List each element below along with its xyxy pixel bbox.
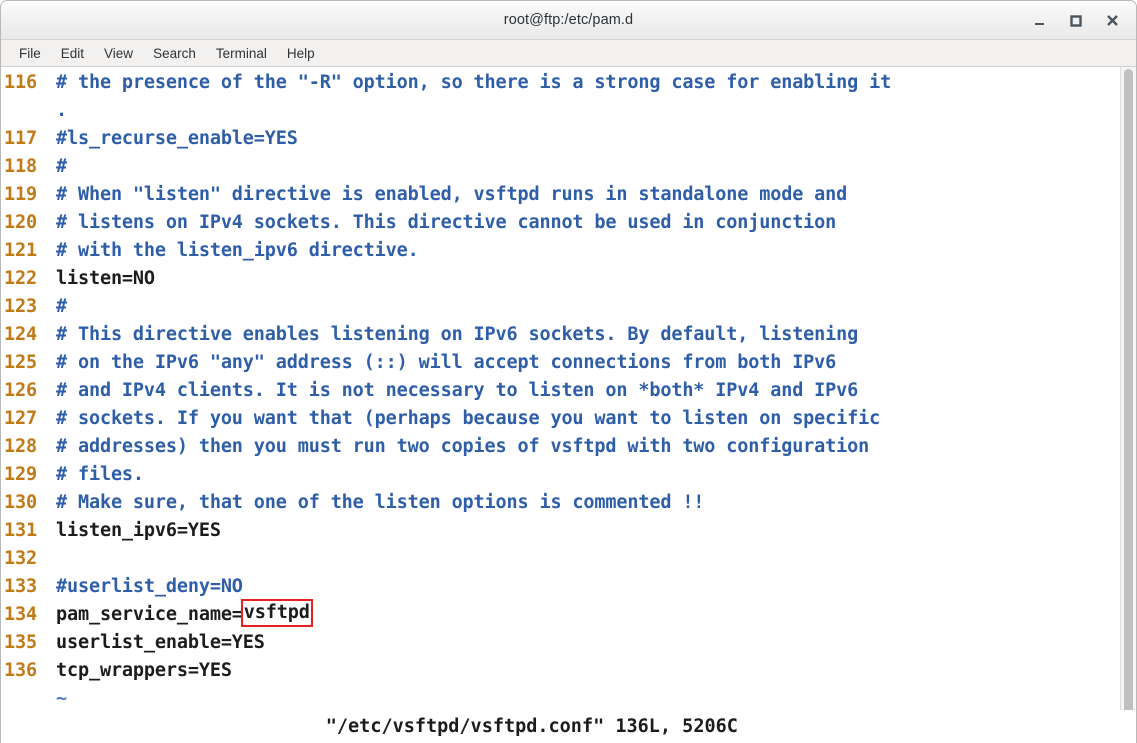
editor-line: 118 #	[1, 153, 1120, 181]
editor-line: 136 tcp_wrappers=YES	[1, 657, 1120, 685]
line-text: # the presence of the "-R" option, so th…	[56, 72, 892, 93]
line-text: listen=NO	[56, 268, 155, 289]
menu-item-edit[interactable]: Edit	[51, 43, 94, 64]
menu-item-view[interactable]: View	[94, 43, 143, 64]
editor-line: 135 userlist_enable=YES	[1, 629, 1120, 657]
vertical-scrollbar[interactable]	[1120, 67, 1136, 710]
scrollbar-thumb[interactable]	[1124, 69, 1133, 710]
line-number: 118	[4, 156, 37, 177]
menu-bar: File Edit View Search Terminal Help	[1, 40, 1136, 67]
line-text: # Make sure, that one of the listen opti…	[56, 492, 705, 513]
editor-line: 116 # the presence of the "-R" option, so…	[1, 69, 1120, 97]
highlighted-value: vsftpd	[240, 599, 313, 627]
line-text: #	[56, 156, 67, 177]
line-number: 130	[4, 492, 37, 513]
status-file-info: "/etc/vsftpd/vsftpd.conf" 136L, 5206C	[325, 716, 738, 737]
editor-line: ~	[1, 685, 1120, 710]
line-text: #	[56, 296, 67, 317]
editor-line: 130 # Make sure, that one of the listen o…	[1, 489, 1120, 517]
line-text: userlist_enable=YES	[56, 632, 265, 653]
minimize-icon	[1035, 22, 1044, 25]
title-bar: root@ftp:/etc/pam.d	[1, 1, 1136, 40]
line-number: 125	[4, 352, 37, 373]
line-text: # and IPv4 clients. It is not necessary …	[56, 380, 859, 401]
editor-line: .	[1, 97, 1120, 125]
line-number: 127	[4, 408, 37, 429]
editor-line: 117 #ls_recurse_enable=YES	[1, 125, 1120, 153]
line-text: # on the IPv6 "any" address (::) will ac…	[56, 352, 837, 373]
line-number: 126	[4, 380, 37, 401]
line-number: 117	[4, 128, 37, 149]
line-text: .	[56, 100, 67, 121]
line-text: # When "listen" directive is enabled, vs…	[56, 184, 848, 205]
line-text: #userlist_deny=NO	[56, 576, 243, 597]
line-number: 131	[4, 520, 37, 541]
editor-line: 120 # listens on IPv4 sockets. This direc…	[1, 209, 1120, 237]
close-icon	[1106, 15, 1118, 26]
line-number: 120	[4, 212, 37, 233]
editor-line: 126 # and IPv4 clients. It is not necessa…	[1, 377, 1120, 405]
editor-line: 131 listen_ipv6=YES	[1, 517, 1120, 545]
menu-item-search[interactable]: Search	[143, 43, 206, 64]
maximize-button[interactable]	[1060, 6, 1092, 36]
maximize-icon	[1070, 14, 1082, 27]
editor-line: 133 #userlist_deny=NO	[1, 573, 1120, 601]
line-number: 116	[4, 72, 37, 93]
line-number: 133	[4, 576, 37, 597]
editor-line: 129 # files.	[1, 461, 1120, 489]
editor-line: 121 # with the listen_ipv6 directive.	[1, 237, 1120, 265]
editor-line: 119 # When "listen" directive is enabled,…	[1, 181, 1120, 209]
menu-item-file[interactable]: File	[9, 43, 51, 64]
line-number: 124	[4, 324, 37, 345]
editor-line: 124 # This directive enables listening on…	[1, 321, 1120, 349]
line-text: # addresses) then you must run two copie…	[56, 436, 870, 457]
line-text: # This directive enables listening on IP…	[56, 324, 859, 345]
terminal-area[interactable]: 116 # the presence of the "-R" option, so…	[1, 67, 1136, 710]
minimize-button[interactable]	[1024, 6, 1056, 36]
line-number: 134	[4, 604, 37, 625]
line-number: 122	[4, 268, 37, 289]
window-controls	[1024, 1, 1128, 40]
line-number: 135	[4, 632, 37, 653]
line-text: ~	[56, 688, 67, 709]
close-button[interactable]	[1096, 6, 1128, 36]
line-number: 123	[4, 296, 37, 317]
line-number: 129	[4, 464, 37, 485]
line-text: pam_service_name=	[56, 604, 243, 625]
line-number: 136	[4, 660, 37, 681]
line-text: tcp_wrappers=YES	[56, 660, 232, 681]
line-number: 121	[4, 240, 37, 261]
editor-line: 132	[1, 545, 1120, 573]
menu-item-help[interactable]: Help	[277, 43, 325, 64]
line-number: 128	[4, 436, 37, 457]
status-line: http://blog.csdn.net/Dreamya "/etc/vsftp…	[1, 710, 1136, 743]
line-text: # sockets. If you want that (perhaps bec…	[56, 408, 881, 429]
line-text: # with the listen_ipv6 directive.	[56, 240, 419, 261]
editor-line: 128 # addresses) then you must run two co…	[1, 433, 1120, 461]
line-text: listen_ipv6=YES	[56, 520, 221, 541]
window-title: root@ftp:/etc/pam.d	[503, 12, 634, 28]
line-text: # listens on IPv4 sockets. This directiv…	[56, 212, 837, 233]
line-number: 132	[4, 548, 37, 569]
line-text: #ls_recurse_enable=YES	[56, 128, 298, 149]
terminal-window: root@ftp:/etc/pam.d File Edit View Searc…	[0, 0, 1137, 743]
editor-line: 127 # sockets. If you want that (perhaps …	[1, 405, 1120, 433]
line-text: # files.	[56, 464, 144, 485]
editor-line: 122 listen=NO	[1, 265, 1120, 293]
menu-item-terminal[interactable]: Terminal	[206, 43, 277, 64]
editor-line: 134 pam_service_name= vsftpd	[1, 599, 1120, 629]
editor-line: 123 #	[1, 293, 1120, 321]
editor-text-pane[interactable]: 116 # the presence of the "-R" option, so…	[1, 67, 1120, 710]
editor-line: 125 # on the IPv6 "any" address (::) will…	[1, 349, 1120, 377]
line-number: 119	[4, 184, 37, 205]
